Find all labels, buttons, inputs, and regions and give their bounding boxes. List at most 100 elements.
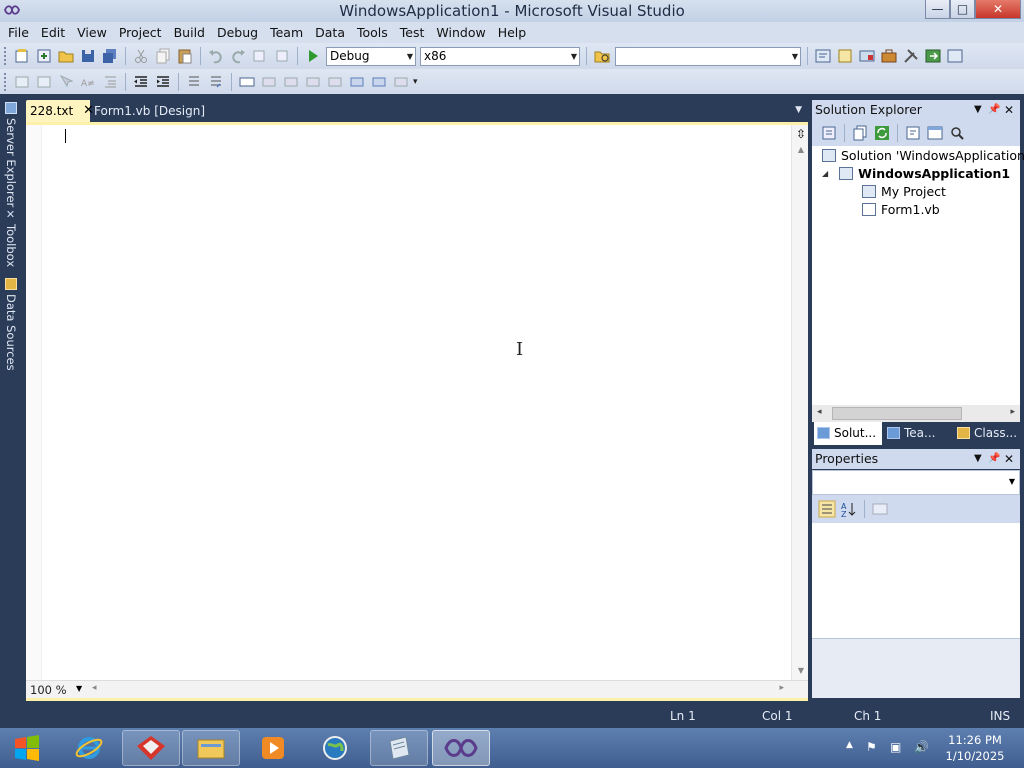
active-files-dropdown-icon[interactable]: ▼	[795, 105, 802, 115]
close-window-button[interactable]: ✕	[975, 0, 1021, 19]
properties-object-select[interactable]: ▼	[812, 470, 1020, 495]
toolbar-grip[interactable]	[4, 47, 7, 65]
taskbar-media-player[interactable]	[244, 730, 302, 766]
menu-view[interactable]: View	[71, 25, 113, 40]
save-icon[interactable]	[79, 47, 97, 65]
comment-lines-icon[interactable]	[185, 73, 203, 91]
window-position-dropdown-icon[interactable]: ▼	[974, 100, 982, 120]
data-sources-tab[interactable]: Data Sources	[2, 278, 20, 371]
toolbar-grip[interactable]	[4, 72, 7, 91]
menu-data[interactable]: Data	[309, 25, 351, 40]
start-button[interactable]	[0, 730, 54, 766]
taskbar-internet-explorer[interactable]	[60, 730, 118, 766]
tree-item-form1[interactable]: Form1.vb	[862, 202, 940, 217]
close-panel-icon[interactable]: ✕	[1004, 100, 1014, 120]
find-in-files-icon[interactable]	[593, 47, 611, 65]
view-class-diagram-icon[interactable]	[948, 124, 966, 142]
server-explorer-tab[interactable]: Server Explorer	[2, 102, 20, 207]
previous-bookmark-icon[interactable]	[260, 73, 278, 91]
tab-class-view[interactable]: Class...	[954, 422, 1020, 445]
complete-word-icon[interactable]: A≠	[79, 73, 97, 91]
taskbar-visual-studio[interactable]	[432, 730, 490, 766]
splitter-icon[interactable]: ⇳	[796, 127, 806, 141]
tree-item-solution[interactable]: Solution 'WindowsApplication1'	[822, 148, 1024, 163]
zoom-level[interactable]: 100 %	[30, 683, 67, 697]
text-editor[interactable]: I ⇳ ▲ ▼ 100 % ▼ ◂ ▸	[26, 122, 808, 701]
toolbar-overflow-icon[interactable]: ▾	[413, 77, 418, 87]
expand-arrow-icon[interactable]: ◢	[822, 169, 828, 178]
next-bookmark-icon[interactable]	[282, 73, 300, 91]
solution-configuration-select[interactable]: Debug ▼	[326, 46, 416, 66]
solution-explorer-icon[interactable]	[814, 47, 832, 65]
shrink-indent-icon[interactable]	[101, 73, 119, 91]
start-debugging-icon[interactable]	[304, 47, 322, 65]
menu-tools[interactable]: Tools	[351, 25, 394, 40]
window-position-dropdown-icon[interactable]: ▼	[974, 449, 982, 469]
display-object-member-list-icon[interactable]	[13, 73, 31, 91]
scroll-left-icon[interactable]: ◂	[817, 407, 822, 417]
taskbar-notes-app[interactable]	[370, 730, 428, 766]
scroll-up-icon[interactable]: ▲	[798, 145, 804, 154]
view-designer-icon[interactable]	[926, 124, 944, 142]
taskbar-app-red[interactable]	[122, 730, 180, 766]
copy-icon[interactable]	[154, 47, 172, 65]
minimize-button[interactable]: —	[925, 0, 950, 19]
vertical-scrollbar[interactable]: ⇳ ▲ ▼	[791, 125, 808, 680]
menu-team[interactable]: Team	[264, 25, 309, 40]
find-combo[interactable]: ▼	[615, 46, 801, 66]
tab-team-explorer[interactable]: Tea...	[884, 422, 954, 445]
chevron-down-icon[interactable]: ▼	[76, 684, 82, 693]
properties-icon[interactable]	[820, 124, 838, 142]
categorized-icon[interactable]	[818, 500, 836, 518]
parameter-info-icon[interactable]	[35, 73, 53, 91]
taskbar-file-explorer[interactable]	[182, 730, 240, 766]
taskbar-globe-app[interactable]	[306, 730, 364, 766]
properties-window-icon[interactable]	[836, 47, 854, 65]
toggle-bookmark-icon[interactable]	[238, 73, 256, 91]
menu-project[interactable]: Project	[113, 25, 168, 40]
scroll-right-icon[interactable]: ▸	[1010, 407, 1015, 417]
tree-item-project[interactable]: ◢ WindowsApplication1	[822, 166, 1010, 181]
close-panel-icon[interactable]: ✕	[1004, 449, 1014, 469]
decrease-indent-icon[interactable]	[132, 73, 150, 91]
solution-explorer-horizontal-scrollbar[interactable]: ◂ ▸	[812, 405, 1020, 422]
menu-file[interactable]: File	[2, 25, 35, 40]
tab-solution-explorer[interactable]: Solut...	[814, 422, 882, 445]
scroll-left-icon[interactable]: ◂	[92, 683, 97, 693]
undo-icon[interactable]	[207, 47, 225, 65]
menu-build[interactable]: Build	[168, 25, 211, 40]
alphabetical-icon[interactable]: AZ	[840, 500, 858, 518]
tab-228-txt[interactable]: 228.txt ✕	[26, 100, 94, 122]
menu-edit[interactable]: Edit	[35, 25, 71, 40]
maximize-button[interactable]: □	[950, 0, 975, 19]
menu-help[interactable]: Help	[492, 25, 533, 40]
property-pages-icon[interactable]	[871, 500, 889, 518]
next-bookmark-in-document-icon[interactable]	[370, 73, 388, 91]
action-center-flag-icon[interactable]: ⚑	[866, 740, 877, 754]
show-hidden-icons-icon[interactable]: ▲	[846, 740, 853, 750]
selection-margin[interactable]	[26, 125, 42, 680]
menu-test[interactable]: Test	[394, 25, 431, 40]
auto-hide-pin-icon[interactable]: 📌	[988, 100, 1000, 120]
auto-hide-pin-icon[interactable]: 📌	[988, 449, 1000, 469]
scroll-down-icon[interactable]: ▼	[798, 666, 804, 675]
add-item-icon[interactable]	[35, 47, 53, 65]
cut-icon[interactable]	[132, 47, 150, 65]
view-code-icon[interactable]	[904, 124, 922, 142]
tools-settings-icon[interactable]	[902, 47, 920, 65]
increase-indent-icon[interactable]	[154, 73, 172, 91]
navigate-backward-icon[interactable]	[251, 47, 269, 65]
properties-grid[interactable]	[812, 523, 1020, 638]
tree-item-my-project[interactable]: My Project	[862, 184, 946, 199]
toolbox-icon[interactable]	[880, 47, 898, 65]
start-page-icon[interactable]	[924, 47, 942, 65]
tab-form1-design[interactable]: Form1.vb [Design]	[90, 100, 209, 122]
next-bookmark-in-folder-icon[interactable]	[326, 73, 344, 91]
scrollbar-thumb[interactable]	[832, 407, 962, 420]
solution-platform-select[interactable]: x86 ▼	[420, 46, 580, 66]
object-browser-icon[interactable]	[858, 47, 876, 65]
navigate-forward-icon[interactable]	[273, 47, 291, 65]
redo-icon[interactable]	[229, 47, 247, 65]
volume-icon[interactable]: 🔊	[914, 740, 929, 754]
previous-bookmark-in-folder-icon[interactable]	[304, 73, 322, 91]
